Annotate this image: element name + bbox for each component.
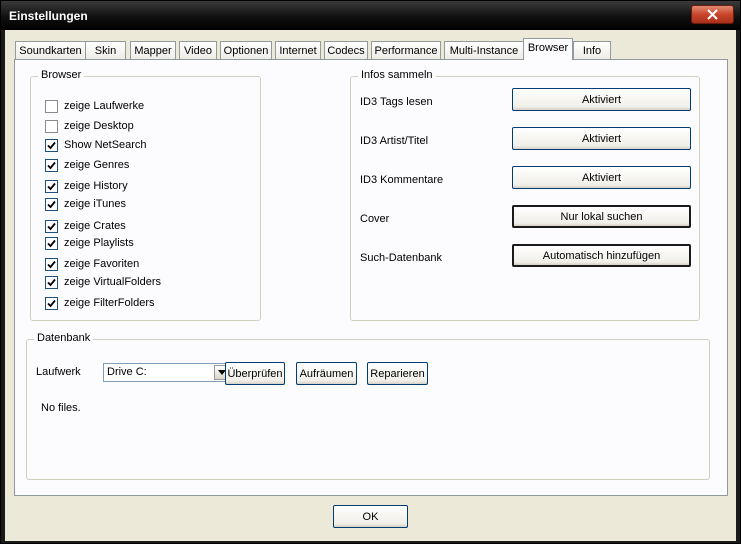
checkbox-label: zeige VirtualFolders (64, 276, 162, 288)
checkbox-box[interactable] (45, 138, 58, 152)
checkbox-zeige-crates[interactable]: zeige Crates (45, 219, 126, 233)
id3-artist-title-button[interactable]: Aktiviert (512, 127, 691, 150)
checkbox-label: zeige Laufwerke (64, 100, 145, 112)
checkbox-box[interactable] (45, 158, 58, 172)
id3-tags-button[interactable]: Aktiviert (512, 88, 691, 111)
checkmark-icon (47, 141, 56, 149)
tab-mapper[interactable]: Mapper (130, 41, 176, 60)
id3-kommentare-button[interactable]: Aktiviert (512, 166, 691, 189)
checkbox-label: zeige Genres (64, 159, 130, 171)
tab-skin[interactable]: Skin (85, 41, 126, 60)
checkbox-label: zeige iTunes (64, 198, 126, 210)
checkbox-zeige-virtualfolders[interactable]: zeige VirtualFolders (45, 275, 161, 289)
checkbox-zeige-favoriten[interactable]: zeige Favoriten (45, 257, 139, 271)
checkbox-label: zeige Desktop (64, 120, 134, 132)
checkbox-box[interactable] (45, 236, 58, 250)
checkmark-icon (47, 239, 56, 247)
dialog-client-area: Soundkarten Skin Mapper Video Optionen I… (5, 30, 736, 541)
checkbox-zeige-filterfolders[interactable]: zeige FilterFolders (45, 296, 154, 310)
checkbox-box[interactable] (45, 219, 58, 233)
tab-performance[interactable]: Performance (371, 41, 441, 60)
checkbox-zeige-desktop[interactable]: zeige Desktop (45, 119, 134, 133)
checkbox-box[interactable] (45, 179, 58, 193)
tab-info[interactable]: Info (573, 41, 611, 60)
tab-codecs[interactable]: Codecs (324, 41, 368, 60)
tab-internet[interactable]: Internet (275, 41, 321, 60)
checkbox-zeige-genres[interactable]: zeige Genres (45, 158, 129, 172)
checkbox-label: zeige History (64, 180, 128, 192)
checkmark-icon (47, 222, 56, 230)
checkbox-box[interactable] (45, 296, 58, 310)
checkbox-label: zeige Crates (64, 220, 126, 232)
checkbox-label: Show NetSearch (64, 139, 147, 151)
checkbox-zeige-laufwerke[interactable]: zeige Laufwerke (45, 99, 144, 113)
checkbox-zeige-itunes[interactable]: zeige iTunes (45, 197, 126, 211)
infos-sammeln-group: Infos sammeln ID3 Tags lesen Aktiviert I… (350, 69, 700, 321)
such-datenbank-button[interactable]: Automatisch hinzufügen (512, 244, 691, 267)
database-status-text: No files. (41, 402, 81, 414)
tab-panel-browser: Browser zeige Laufwerke zeige Desktop Sh… (14, 59, 728, 496)
ok-button[interactable]: OK (333, 505, 408, 528)
checkmark-icon (47, 161, 56, 169)
checkbox-label: zeige Playlists (64, 237, 134, 249)
cover-button[interactable]: Nur lokal suchen (512, 205, 691, 228)
checkmark-icon (47, 182, 56, 190)
tab-soundkarten[interactable]: Soundkarten (15, 41, 86, 60)
checkmark-icon (47, 260, 56, 268)
aufraeumen-button[interactable]: Aufräumen (296, 362, 357, 385)
window-title: Einstellungen (9, 9, 88, 23)
cover-label: Cover (360, 213, 390, 225)
checkbox-box[interactable] (45, 119, 58, 133)
title-bar[interactable]: Einstellungen (1, 1, 740, 30)
close-button[interactable] (691, 5, 734, 24)
drive-select[interactable]: Drive C: (103, 363, 231, 382)
tab-multi-instance[interactable]: Multi-Instance (444, 41, 524, 60)
settings-window: Einstellungen Soundkarten Skin Mapper Vi… (0, 0, 741, 544)
checkbox-label: zeige Favoriten (64, 258, 140, 270)
datenbank-group: Datenbank Laufwerk Drive C: Überprüfen A… (26, 332, 710, 480)
id3-artist-title-label: ID3 Artist/Titel (360, 135, 429, 147)
drive-select-value: Drive C: (107, 366, 147, 378)
checkbox-box[interactable] (45, 99, 58, 113)
browser-group-title: Browser (38, 69, 85, 81)
reparieren-button[interactable]: Reparieren (367, 362, 428, 385)
checkbox-box[interactable] (45, 275, 58, 289)
tab-video[interactable]: Video (179, 41, 217, 60)
laufwerk-label: Laufwerk (36, 366, 81, 378)
such-datenbank-label: Such-Datenbank (360, 252, 442, 264)
infos-group-title: Infos sammeln (358, 69, 436, 81)
browser-group: Browser zeige Laufwerke zeige Desktop Sh… (30, 69, 261, 321)
checkbox-box[interactable] (45, 257, 58, 271)
ueberpruefen-button[interactable]: Überprüfen (225, 362, 285, 385)
checkbox-zeige-history[interactable]: zeige History (45, 179, 128, 193)
checkmark-icon (47, 299, 56, 307)
checkbox-zeige-playlists[interactable]: zeige Playlists (45, 236, 134, 250)
checkmark-icon (47, 278, 56, 286)
close-icon (707, 9, 718, 20)
id3-kommentare-label: ID3 Kommentare (360, 174, 444, 186)
tab-browser[interactable]: Browser (523, 38, 573, 60)
checkbox-show-netsearch[interactable]: Show NetSearch (45, 138, 147, 152)
checkbox-label: zeige FilterFolders (64, 297, 155, 309)
datenbank-group-title: Datenbank (34, 332, 94, 344)
id3-tags-label: ID3 Tags lesen (360, 96, 433, 108)
tab-optionen[interactable]: Optionen (220, 41, 272, 60)
checkmark-icon (47, 200, 56, 208)
checkbox-box[interactable] (45, 197, 58, 211)
